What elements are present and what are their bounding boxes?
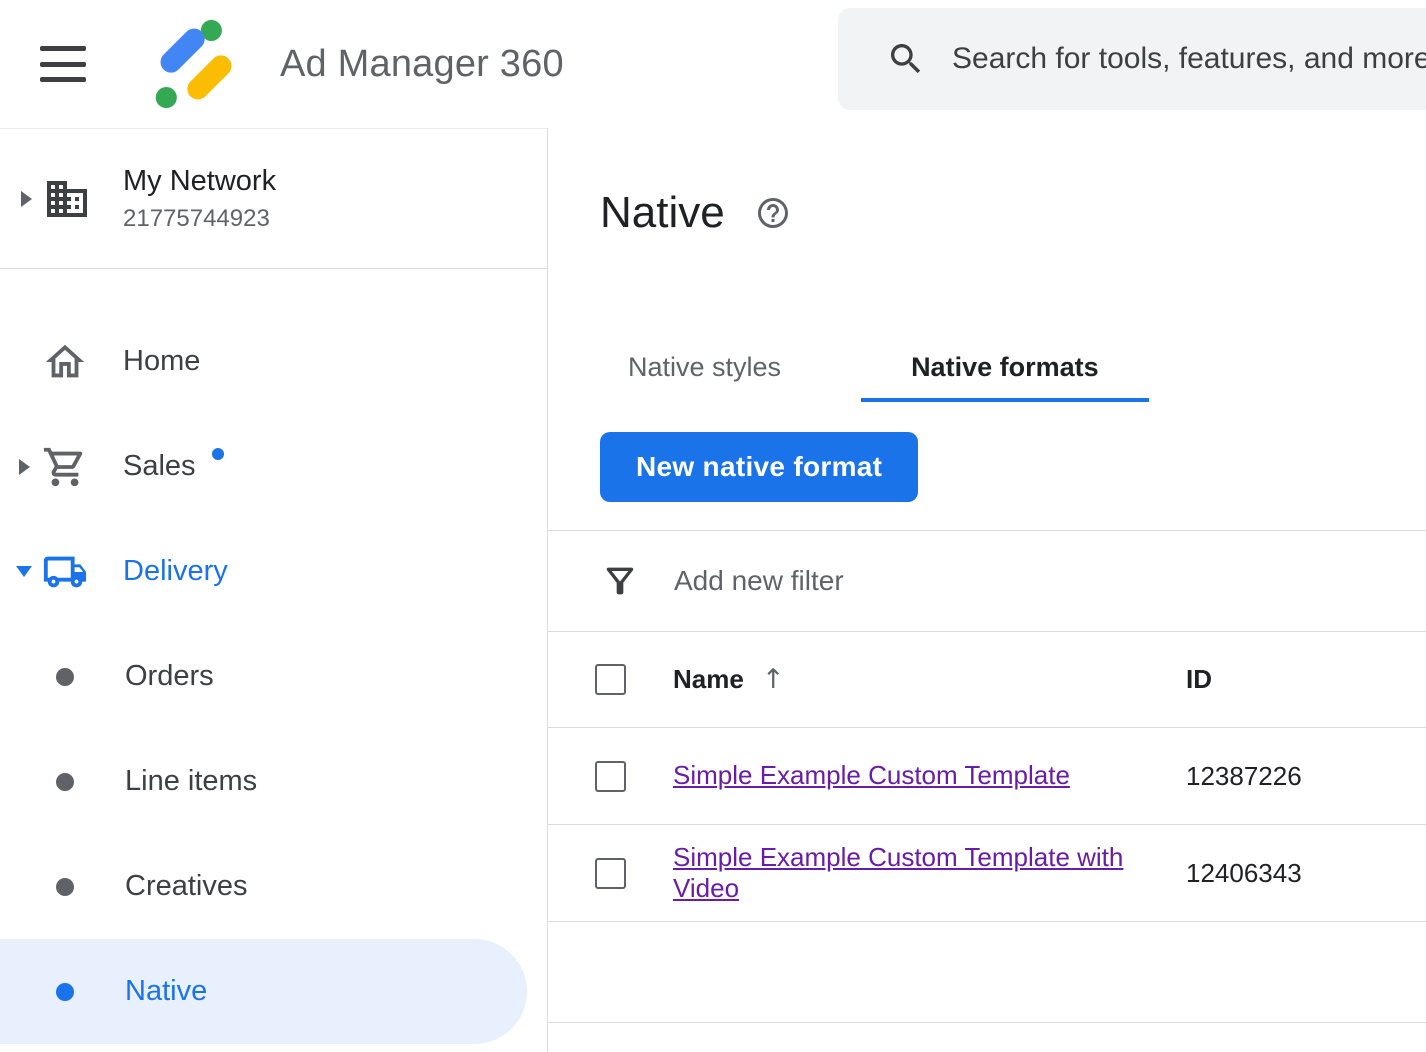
expand-arrow-icon[interactable] <box>19 459 30 475</box>
network-selector[interactable]: My Network 21775744923 <box>0 129 547 269</box>
sidebar-item-label: Native <box>125 975 207 1008</box>
table-empty-row <box>548 922 1426 1023</box>
search-input[interactable]: Search for tools, features, and more <box>952 42 1426 76</box>
native-format-link[interactable]: Simple Example Custom Template <box>673 760 1070 791</box>
tab-label: Native formats <box>911 352 1099 383</box>
new-native-format-button[interactable]: New native format <box>600 432 918 502</box>
network-id: 21775744923 <box>123 205 276 233</box>
ad-manager-logo-icon <box>150 18 242 110</box>
filter-funnel-icon <box>600 561 640 601</box>
sidebar-item-line-items[interactable]: Line items <box>0 729 547 834</box>
table-row: Simple Example Custom Template with Vide… <box>548 825 1426 922</box>
actions-bar: New native format <box>548 402 1426 531</box>
table-header-row: Name ↑ ID <box>548 632 1426 728</box>
native-formats-table: Name ↑ ID Simple Example Custom Template… <box>548 632 1426 1023</box>
sidebar-item-label: Sales <box>123 450 196 483</box>
select-all-checkbox[interactable] <box>595 664 626 695</box>
hamburger-icon <box>40 77 86 82</box>
native-format-id: 12387226 <box>1186 761 1302 792</box>
sidebar-item-home[interactable]: Home <box>0 309 547 414</box>
table-row: Simple Example Custom Template 12387226 <box>548 728 1426 825</box>
search-box[interactable]: Search for tools, features, and more <box>838 8 1426 110</box>
topbar: Ad Manager 360 Search for tools, feature… <box>0 0 1426 128</box>
cart-icon <box>40 444 90 490</box>
column-header-name[interactable]: Name <box>673 664 744 695</box>
tab-bar: Native styles Native formats <box>548 336 1426 402</box>
sidebar-item-label: Creatives <box>125 870 248 903</box>
sidebar-item-label: Delivery <box>123 555 228 588</box>
row-checkbox[interactable] <box>595 761 626 792</box>
sort-ascending-icon[interactable]: ↑ <box>762 664 785 695</box>
bullet-icon <box>56 668 74 686</box>
help-icon[interactable] <box>755 195 791 231</box>
notification-dot <box>212 448 224 460</box>
sidebar-item-native[interactable]: Native <box>0 939 527 1044</box>
sidebar: My Network 21775744923 Home Sales Delive <box>0 128 548 1052</box>
column-header-id[interactable]: ID <box>1186 664 1212 695</box>
building-icon <box>42 175 92 223</box>
sidebar-item-label: Line items <box>125 765 257 798</box>
tab-native-styles[interactable]: Native styles <box>578 336 831 402</box>
sidebar-nav: Home Sales Delivery Orders Line items <box>0 269 547 1044</box>
sidebar-item-label: Home <box>123 345 200 378</box>
network-name: My Network <box>123 165 276 198</box>
page-header: Native <box>548 128 1426 240</box>
bullet-icon <box>56 773 74 791</box>
sidebar-item-creatives[interactable]: Creatives <box>0 834 547 939</box>
tab-native-formats[interactable]: Native formats <box>861 336 1149 402</box>
truck-icon <box>40 549 90 595</box>
row-checkbox[interactable] <box>595 858 626 889</box>
search-icon <box>886 39 926 79</box>
sidebar-item-delivery[interactable]: Delivery <box>0 519 547 624</box>
page-title: Native <box>600 188 725 238</box>
sidebar-item-orders[interactable]: Orders <box>0 624 547 729</box>
main-content: Native Native styles Native formats New … <box>548 128 1426 1052</box>
hamburger-icon <box>40 46 86 51</box>
home-icon <box>40 339 90 385</box>
sidebar-item-sales[interactable]: Sales <box>0 414 547 519</box>
filter-bar[interactable]: Add new filter <box>548 531 1426 632</box>
tab-label: Native styles <box>628 352 781 383</box>
native-format-link[interactable]: Simple Example Custom Template with Vide… <box>673 842 1178 904</box>
native-format-id: 12406343 <box>1186 858 1302 889</box>
collapse-arrow-icon[interactable] <box>16 566 32 577</box>
expand-arrow-icon[interactable] <box>21 191 32 207</box>
bullet-icon <box>56 983 74 1001</box>
bullet-icon <box>56 878 74 896</box>
menu-button[interactable] <box>40 46 86 82</box>
app-title: Ad Manager 360 <box>280 43 564 86</box>
sidebar-item-label: Orders <box>125 660 214 693</box>
add-filter-input[interactable]: Add new filter <box>674 565 844 597</box>
hamburger-icon <box>40 62 86 67</box>
